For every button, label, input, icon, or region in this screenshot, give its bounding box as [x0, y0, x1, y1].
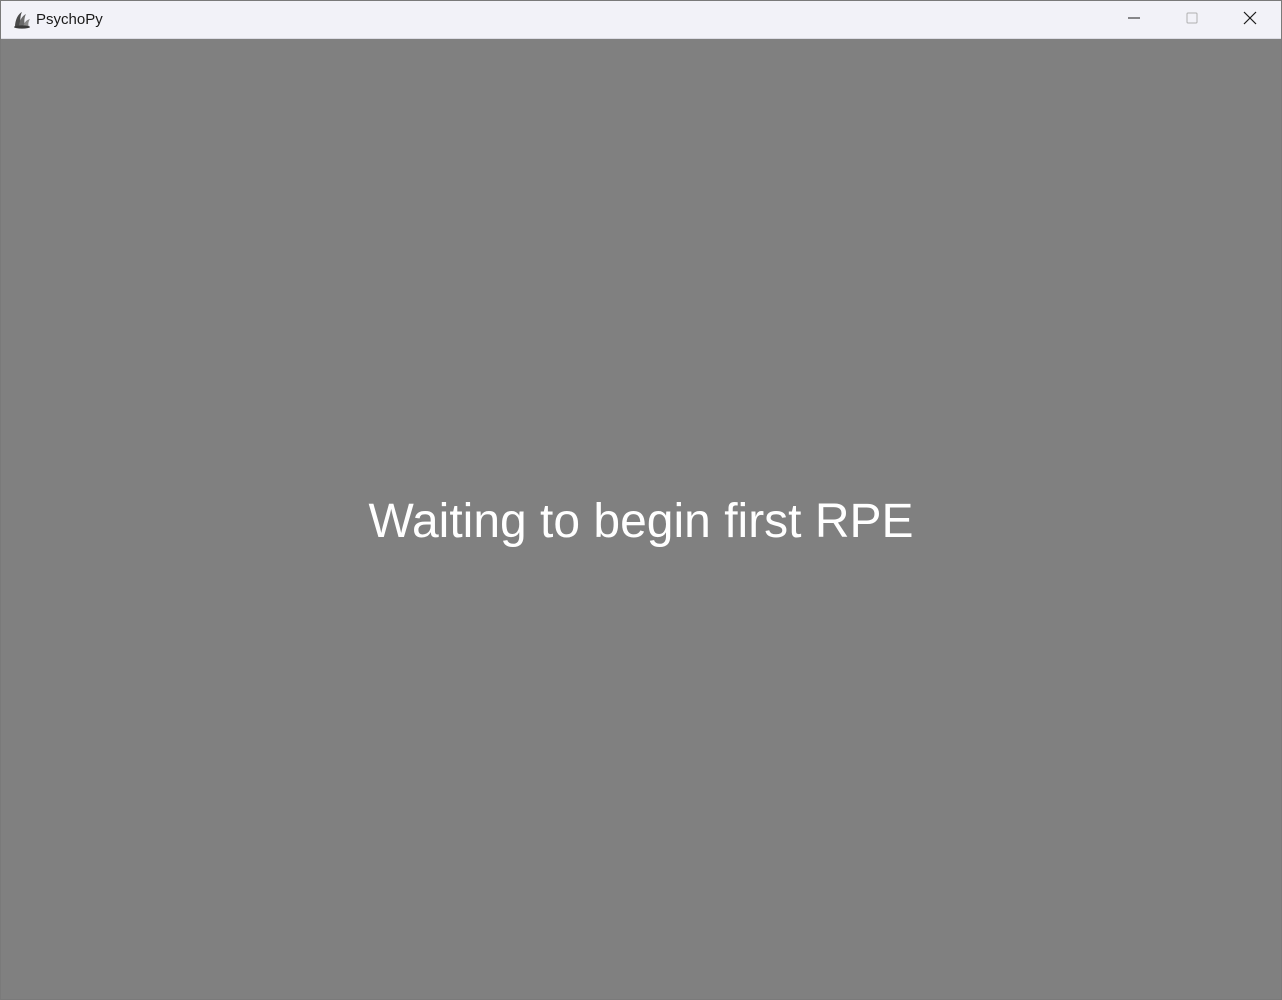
psychopy-logo-icon: [12, 10, 32, 30]
stimulus-text: Waiting to begin first RPE: [368, 495, 914, 548]
psychopy-window: PsychoPy Waiting to begin first RPE: [0, 0, 1282, 1000]
experiment-canvas: Waiting to begin first RPE: [1, 39, 1281, 999]
maximize-button[interactable]: [1169, 1, 1215, 39]
minimize-button[interactable]: [1111, 1, 1157, 39]
title-bar[interactable]: PsychoPy: [1, 1, 1281, 39]
minimize-icon: [1128, 11, 1140, 29]
close-icon: [1243, 11, 1257, 30]
maximize-icon: [1186, 11, 1198, 29]
window-title: PsychoPy: [36, 11, 103, 28]
close-button[interactable]: [1227, 1, 1273, 39]
